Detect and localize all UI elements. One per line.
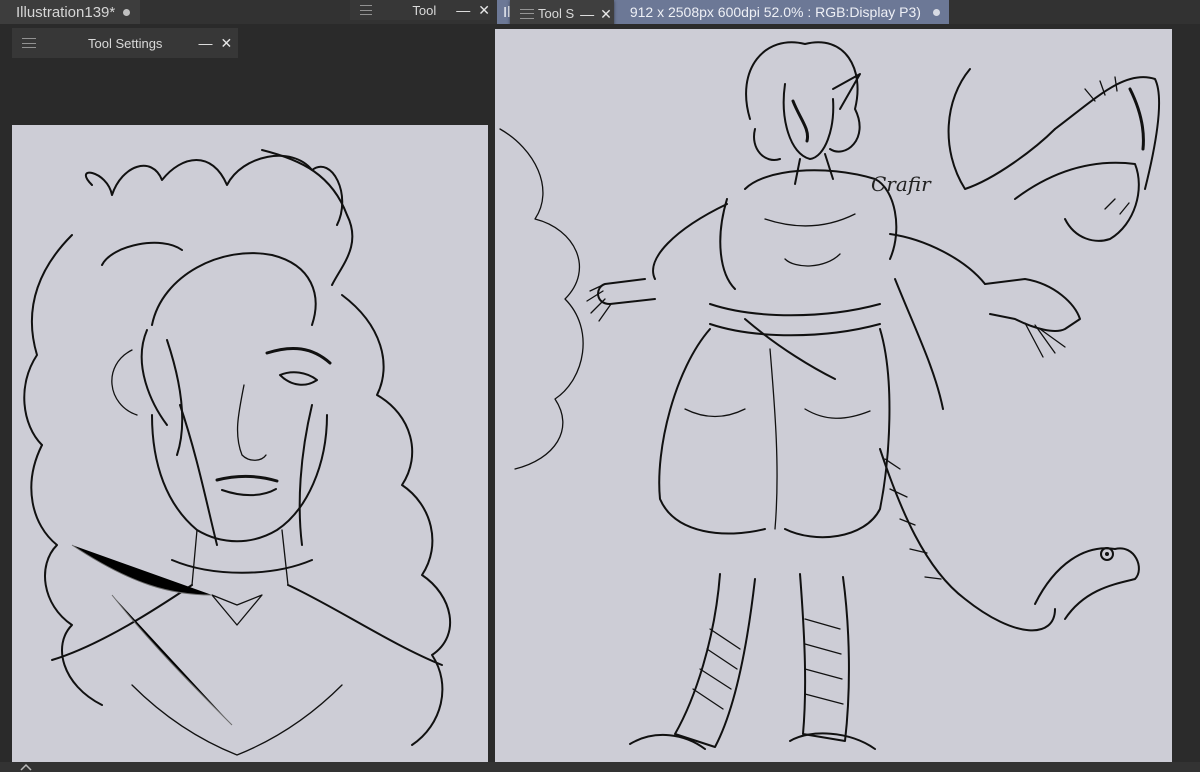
tool-settings-title: Tool Settings	[88, 35, 163, 51]
right-canvas[interactable]: Crafir	[495, 29, 1172, 762]
face-sketch	[23, 149, 451, 756]
close-icon[interactable]: ✕	[600, 7, 612, 21]
close-icon[interactable]: ✕	[220, 36, 232, 50]
left-canvas[interactable]	[12, 125, 488, 763]
minimize-icon[interactable]: —	[456, 3, 470, 17]
close-icon[interactable]: ✕	[478, 3, 490, 17]
signature-text: Crafir	[871, 172, 932, 196]
panel-menu-icon[interactable]	[520, 8, 534, 19]
unsaved-dot-icon	[123, 8, 131, 16]
tool-settings-mini-panel[interactable]: Tool S — ✕	[510, 0, 614, 27]
panel-menu-icon[interactable]	[22, 38, 36, 48]
character-sketch: Crafir	[499, 41, 1161, 750]
tool-panel-header[interactable]: Tool — ✕	[350, 0, 490, 20]
panel-menu-icon[interactable]	[360, 5, 373, 15]
tab-title: Illustration139*	[16, 3, 116, 21]
tab-illustration139[interactable]: Illustration139*	[0, 0, 140, 24]
tool-settings-mini-title: Tool S	[538, 6, 575, 21]
tool-panel-title: Tool	[412, 2, 437, 18]
tab-document-info: 912 x 2508px 600dpi 52.0% : RGB:Display …	[629, 4, 921, 20]
minimize-icon[interactable]: —	[580, 7, 594, 21]
minimize-icon[interactable]: —	[198, 36, 212, 50]
unsaved-dot-icon	[932, 8, 940, 16]
chevron-up-icon[interactable]	[20, 763, 32, 771]
tool-settings-panel[interactable]: Tool Settings — ✕	[12, 28, 238, 58]
status-strip	[0, 762, 1200, 772]
